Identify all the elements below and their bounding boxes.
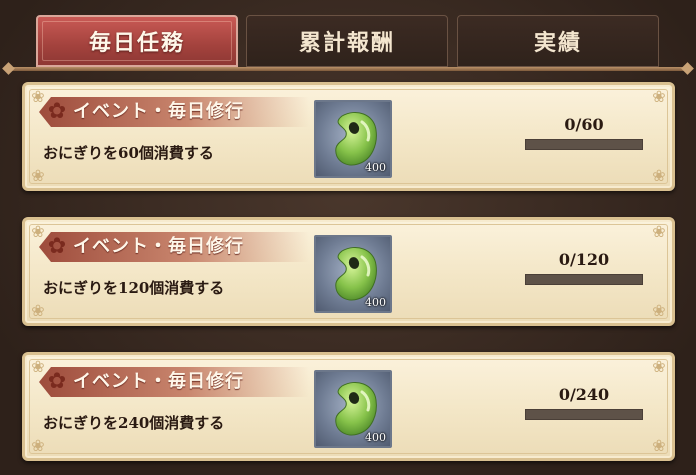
tab-achievements[interactable]: 実績	[457, 15, 659, 67]
progress-bar	[525, 409, 643, 420]
corner-ornament-icon: ❀	[652, 166, 666, 185]
progress-bar	[525, 274, 643, 285]
flower-icon: ✿	[47, 369, 67, 394]
tab-daily-missions[interactable]: 毎日任務	[36, 15, 238, 67]
progress-label: 0/120	[558, 250, 610, 269]
corner-ornament-icon: ❀	[31, 436, 45, 455]
corner-ornament-icon: ❀	[652, 357, 666, 376]
corner-ornament-icon: ❀	[652, 436, 666, 455]
corner-ornament-icon: ❀	[652, 87, 666, 106]
mission-category: イベント・毎日修行	[73, 371, 244, 392]
progress-label: 0/60	[564, 115, 604, 134]
mission-category: イベント・毎日修行	[73, 101, 244, 122]
progress-label: 0/240	[558, 385, 610, 404]
corner-ornament-icon: ❀	[652, 301, 666, 320]
flower-icon: ✿	[47, 234, 67, 259]
mission-description: おにぎりを240個消費する	[43, 414, 225, 432]
mission-category: イベント・毎日修行	[73, 236, 244, 257]
reward-count: 400	[365, 431, 386, 444]
tab-cumulative-rewards[interactable]: 累計報酬	[246, 15, 448, 67]
divider-ornament	[2, 62, 15, 75]
mission-card: ❀ ❀ ❀ ❀ ✿ イベント・毎日修行 おにぎりを240個消費する 400 0/…	[22, 352, 675, 461]
corner-ornament-icon: ❀	[31, 301, 45, 320]
reward-count: 400	[365, 161, 386, 174]
reward-count: 400	[365, 296, 386, 309]
mission-card: ❀ ❀ ❀ ❀ ✿ イベント・毎日修行 おにぎりを60個消費する 400 0/6…	[22, 82, 675, 191]
corner-ornament-icon: ❀	[31, 166, 45, 185]
reward-item[interactable]: 400	[314, 370, 392, 448]
mission-description: おにぎりを120個消費する	[43, 279, 225, 297]
corner-ornament-icon: ❀	[652, 222, 666, 241]
flower-icon: ✿	[47, 99, 67, 124]
tab-bar: 毎日任務 累計報酬 実績	[0, 0, 696, 75]
tab-divider	[8, 67, 688, 71]
mission-description: おにぎりを60個消費する	[43, 144, 214, 162]
divider-ornament	[681, 62, 694, 75]
progress-bar	[525, 139, 643, 150]
mission-card: ❀ ❀ ❀ ❀ ✿ イベント・毎日修行 おにぎりを120個消費する 400 0/…	[22, 217, 675, 326]
reward-item[interactable]: 400	[314, 100, 392, 178]
reward-item[interactable]: 400	[314, 235, 392, 313]
